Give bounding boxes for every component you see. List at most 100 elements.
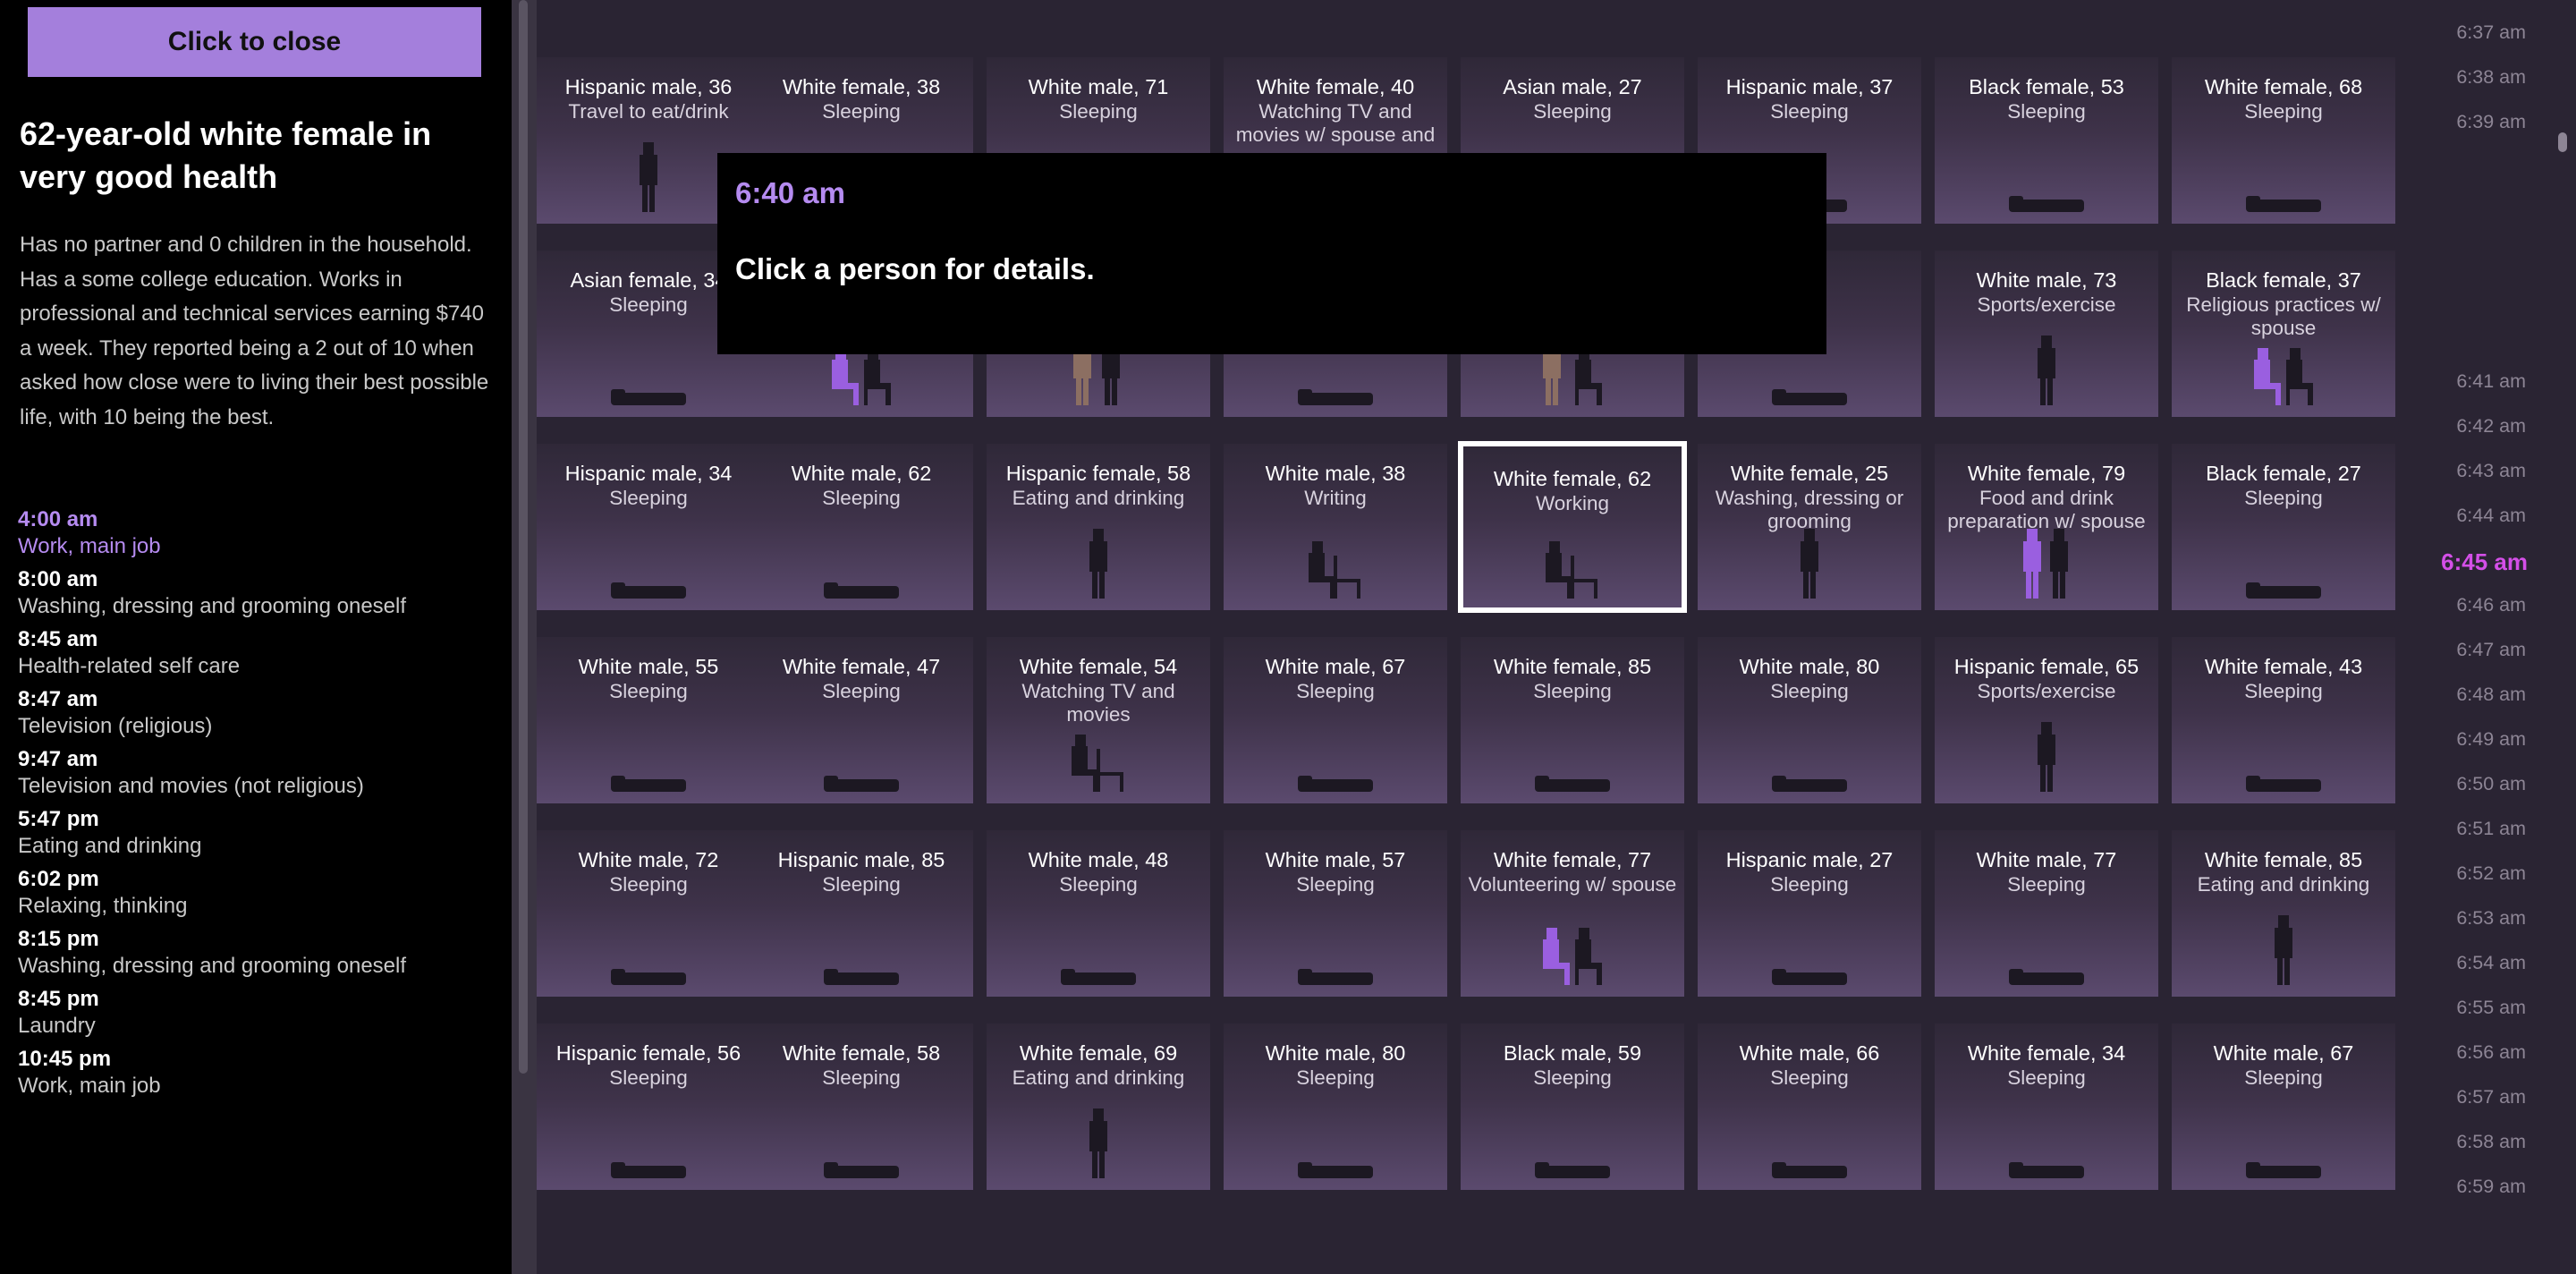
person-figure-icon [611, 965, 686, 991]
person-card[interactable]: White male, 77 Sleeping [1935, 830, 2158, 997]
app-root: Click to close 62-year-old white female … [0, 0, 2576, 1274]
timeline-tick[interactable]: 6:56 am [2456, 1041, 2526, 1064]
person-card[interactable]: White female, 54 Watching TV and movies [987, 637, 1210, 803]
person-card[interactable]: White male, 80 Sleeping [1224, 1023, 1447, 1190]
person-card[interactable]: White male, 72 Sleeping [537, 830, 760, 997]
person-card[interactable]: Hispanic male, 85 Sleeping [750, 830, 973, 997]
person-card[interactable]: White male, 73 Sports/exercise [1935, 251, 2158, 417]
person-card[interactable]: White female, 62 Working [1458, 441, 1687, 613]
timeline-tick[interactable]: 6:54 am [2456, 952, 2526, 974]
person-name: Hispanic female, 58 [1005, 462, 1191, 485]
person-card[interactable]: White female, 25 Washing, dressing or gro… [1698, 444, 1921, 610]
timeline-tick[interactable]: 6:37 am [2456, 21, 2526, 44]
timeline-tick[interactable]: 6:50 am [2456, 773, 2526, 795]
timeline-scrollbar-thumb[interactable] [2558, 132, 2567, 152]
timeline-tick[interactable]: 6:52 am [2456, 862, 2526, 885]
schedule-time: 5:47 pm [18, 807, 99, 831]
person-card[interactable]: White female, 69 Eating and drinking [987, 1023, 1210, 1190]
timeline-tick[interactable]: 6:57 am [2456, 1086, 2526, 1108]
timeline-tick[interactable]: 6:48 am [2456, 684, 2526, 706]
person-figure-icon [1061, 965, 1136, 991]
person-figure-icon [2009, 192, 2084, 218]
person-figure-icon [611, 1159, 686, 1185]
timeline-tick[interactable]: 6:45 am [2441, 548, 2528, 576]
person-activity: Food and drink preparation w/ spouse [1947, 487, 2146, 532]
person-card[interactable]: White female, 85 Eating and drinking [2172, 830, 2395, 997]
person-card[interactable]: White male, 67 Sleeping [2172, 1023, 2395, 1190]
person-card[interactable]: White male, 80 Sleeping [1698, 637, 1921, 803]
person-name: Hispanic female, 56 [555, 1041, 741, 1065]
person-figure-icon [2009, 965, 2084, 991]
person-figure-icon [824, 965, 899, 991]
person-card[interactable]: White female, 47 Sleeping [750, 637, 973, 803]
timeline-tick[interactable]: 6:49 am [2456, 728, 2526, 751]
person-figure-icon [611, 579, 686, 605]
person-card[interactable]: Hispanic female, 65 Sports/exercise [1935, 637, 2158, 803]
timeline-tick[interactable]: 6:43 am [2456, 460, 2526, 482]
person-card[interactable]: Hispanic female, 58 Eating and drinking [987, 444, 1210, 610]
person-card[interactable]: White male, 57 Sleeping [1224, 830, 1447, 997]
timeline-tick[interactable]: 6:58 am [2456, 1131, 2526, 1153]
schedule-time: 4:00 am [18, 507, 98, 531]
person-card[interactable]: White female, 77 Volunteering w/ spouse [1461, 830, 1684, 997]
person-card[interactable]: Hispanic male, 27 Sleeping [1698, 830, 1921, 997]
timeline-tick[interactable]: 6:39 am [2456, 111, 2526, 133]
schedule-activity: Television and movies (not religious) [18, 774, 364, 798]
person-activity: Sleeping [2007, 100, 2086, 123]
timeline-tick[interactable]: 6:51 am [2456, 818, 2526, 840]
timeline-tick[interactable]: 6:59 am [2456, 1176, 2526, 1198]
person-activity: Sleeping [1533, 1066, 1612, 1089]
person-name: White female, 38 [782, 75, 941, 98]
person-figure-icon [2246, 772, 2321, 798]
panel-scrollbar-thumb[interactable] [519, 0, 528, 1074]
timeline[interactable]: 6:37 am 6:38 am 6:39 am 6:41 am 6:42 am 6:43 … [2397, 0, 2576, 1274]
person-card[interactable]: White male, 62 Sleeping [750, 444, 973, 610]
timeline-tick[interactable]: 6:55 am [2456, 997, 2526, 1019]
person-activity: Sleeping [1770, 680, 1849, 702]
person-card[interactable]: White male, 38 Writing [1224, 444, 1447, 610]
person-name: Hispanic male, 36 [564, 75, 733, 98]
timeline-tick[interactable]: 6:44 am [2456, 505, 2526, 527]
person-activity: Sleeping [1770, 873, 1849, 896]
timeline-tick[interactable]: 6:46 am [2456, 594, 2526, 616]
person-card[interactable]: White male, 48 Sleeping [987, 830, 1210, 997]
person-card[interactable]: Black male, 59 Sleeping [1461, 1023, 1684, 1190]
person-name: White male, 67 [2213, 1041, 2354, 1065]
person-card[interactable]: Black female, 37 Religious practices w/ s… [2172, 251, 2395, 417]
person-activity: Sleeping [2007, 873, 2086, 896]
person-figure-icon [2009, 1159, 2084, 1185]
person-card[interactable]: White female, 85 Sleeping [1461, 637, 1684, 803]
person-card[interactable]: Black female, 27 Sleeping [2172, 444, 2395, 610]
person-figure-icon [1088, 1108, 1109, 1185]
person-card[interactable]: Hispanic male, 34 Sleeping [537, 444, 760, 610]
person-figure-icon [1541, 915, 1604, 991]
person-card[interactable]: Black female, 53 Sleeping [1935, 57, 2158, 224]
person-activity: Sleeping [822, 100, 901, 123]
person-card[interactable]: White female, 58 Sleeping [750, 1023, 973, 1190]
person-figure-icon [1070, 722, 1127, 798]
timeline-tick[interactable]: 6:47 am [2456, 639, 2526, 661]
schedule-time: 10:45 pm [18, 1047, 112, 1071]
person-name: White female, 43 [2204, 655, 2363, 678]
person-figure-icon [2036, 722, 2057, 798]
person-card[interactable]: White female, 43 Sleeping [2172, 637, 2395, 803]
timeline-tick[interactable]: 6:41 am [2456, 370, 2526, 393]
person-card[interactable]: White male, 66 Sleeping [1698, 1023, 1921, 1190]
timeline-tick[interactable]: 6:38 am [2456, 66, 2526, 89]
person-activity: Travel to eat/drink [568, 100, 729, 123]
person-card[interactable]: White female, 68 Sleeping [2172, 57, 2395, 224]
person-name: White female, 25 [1730, 462, 1889, 485]
person-figure-icon [2246, 192, 2321, 218]
person-card[interactable]: Hispanic female, 56 Sleeping [537, 1023, 760, 1190]
person-card[interactable]: White male, 67 Sleeping [1224, 637, 1447, 803]
person-figure-icon [1298, 772, 1373, 798]
person-activity: Sleeping [609, 873, 688, 896]
person-figure-icon [1535, 772, 1610, 798]
schedule-item: 8:45 am Health-related self care [18, 626, 501, 686]
timeline-tick[interactable]: 6:53 am [2456, 907, 2526, 930]
person-card[interactable]: White female, 34 Sleeping [1935, 1023, 2158, 1190]
close-button[interactable]: Click to close [28, 7, 481, 77]
person-card[interactable]: White male, 55 Sleeping [537, 637, 760, 803]
timeline-tick[interactable]: 6:42 am [2456, 415, 2526, 437]
person-card[interactable]: White female, 79 Food and drink preparati… [1935, 444, 2158, 610]
